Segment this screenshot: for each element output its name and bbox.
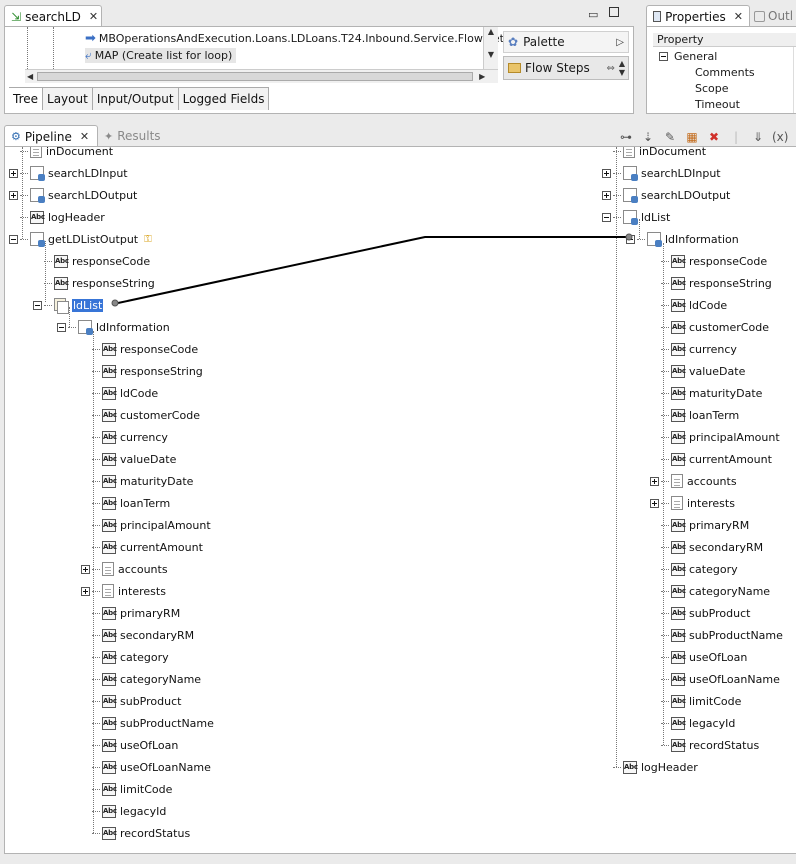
properties-tab[interactable]: Properties ✕ <box>646 5 750 27</box>
collapse-icon[interactable] <box>659 52 668 61</box>
editor-bottom-tabs: Tree Layout Input/Output Logged Fields <box>9 87 270 110</box>
map-line <box>117 236 630 304</box>
drop-icon[interactable]: ✎ <box>662 129 678 145</box>
editor-min-icon[interactable]: ▭ <box>588 8 598 21</box>
properties-icon <box>653 11 662 22</box>
link-icon[interactable]: ⇔ <box>606 63 614 74</box>
map-endpoint-target <box>625 233 633 241</box>
flow-icon: ⇲ <box>11 9 22 24</box>
set-value-icon[interactable]: ⇣ <box>640 129 656 145</box>
flow-step-map[interactable]: ⤶ MAP (Create list for loop) <box>85 48 237 63</box>
folder-icon <box>508 63 521 73</box>
transformer-icon[interactable]: ⇓ <box>750 129 766 145</box>
invoke-arrow-icon: ➡ <box>85 31 96 46</box>
outline-tab-title: Outl <box>768 9 794 23</box>
properties-tab-title: Properties <box>665 9 726 24</box>
property-row[interactable]: Timeout <box>695 98 740 111</box>
link-map-icon[interactable]: ⊶ <box>618 129 634 145</box>
palette-header[interactable]: ✿ Palette ▷ <box>503 31 629 53</box>
delete-icon[interactable]: ✖ <box>706 129 722 145</box>
flow-steps-label: Flow Steps <box>525 61 590 75</box>
pipeline-icon: ⚙ <box>11 130 21 143</box>
tab-logged-fields[interactable]: Logged Fields <box>178 88 270 110</box>
property-group[interactable]: General <box>659 50 717 63</box>
pipeline-toolbar: ⊶ ⇣ ✎ ▦ ✖ | ⇓ (x) ▼ <box>618 129 796 145</box>
editor-tab[interactable]: ⇲ searchLD ✕ <box>4 5 102 27</box>
palette-expand-icon[interactable]: ▷ <box>616 37 624 48</box>
map-icon[interactable]: ▦ <box>684 129 700 145</box>
map-icon: ⤶ <box>85 48 92 62</box>
pipeline-tab[interactable]: ⚙ Pipeline ✕ <box>4 125 98 147</box>
palette-label: Palette <box>523 35 565 49</box>
property-column-header: Property <box>653 33 796 47</box>
pipeline-tab-title: Pipeline <box>24 129 72 144</box>
results-icon: ✦ <box>104 129 114 143</box>
property-group-label: General <box>674 50 718 63</box>
close-icon[interactable]: ✕ <box>89 10 98 23</box>
outline-tab[interactable]: Outl <box>754 9 793 23</box>
properties-panel: Property General Comments Scope Timeout <box>646 26 796 114</box>
variables-icon[interactable]: (x) <box>772 129 788 145</box>
flow-step-label: MBOperationsAndExecution.Loans.LDLoans.T… <box>98 32 525 45</box>
editor-tab-title: searchLD <box>25 9 81 24</box>
close-icon[interactable]: ✕ <box>734 10 743 23</box>
tab-tree[interactable]: Tree <box>9 88 44 110</box>
tab-layout[interactable]: Layout <box>43 88 93 110</box>
property-row[interactable]: Scope <box>695 82 729 95</box>
palette-scroll-icon[interactable]: ▲ ▼ <box>619 59 625 77</box>
horizontal-scrollbar[interactable]: ◀ ▶ <box>25 69 498 83</box>
property-row[interactable]: Comments <box>695 66 755 79</box>
close-icon[interactable]: ✕ <box>80 130 89 143</box>
separator: | <box>733 130 739 144</box>
flow-steps-drawer[interactable]: Flow Steps ⇔ ▲ ▼ <box>503 56 629 80</box>
results-tab-title: Results <box>117 129 161 143</box>
vertical-scrollbar[interactable]: ▲ ▼ <box>483 27 498 69</box>
flow-step-list: ➡ MBOperationsAndExecution.Loans.LDLoans… <box>5 27 525 69</box>
flow-step-label: MAP (Create list for loop) <box>94 49 233 62</box>
flow-step-invoke[interactable]: ➡ MBOperationsAndExecution.Loans.LDLoans… <box>85 31 525 46</box>
outline-icon <box>754 10 765 22</box>
palette-icon: ✿ <box>508 35 519 49</box>
tab-input-output[interactable]: Input/Output <box>92 88 179 110</box>
editor-max-icon[interactable] <box>609 7 619 17</box>
pipeline-panel: inDocument searchLDInput searchLDOutput Abc… <box>4 146 796 854</box>
editor-panel: ➡ MBOperationsAndExecution.Loans.LDLoans… <box>4 26 634 114</box>
map-connector[interactable] <box>5 147 796 854</box>
results-tab[interactable]: ✦ Results <box>104 129 161 143</box>
map-endpoint-source <box>111 299 119 307</box>
